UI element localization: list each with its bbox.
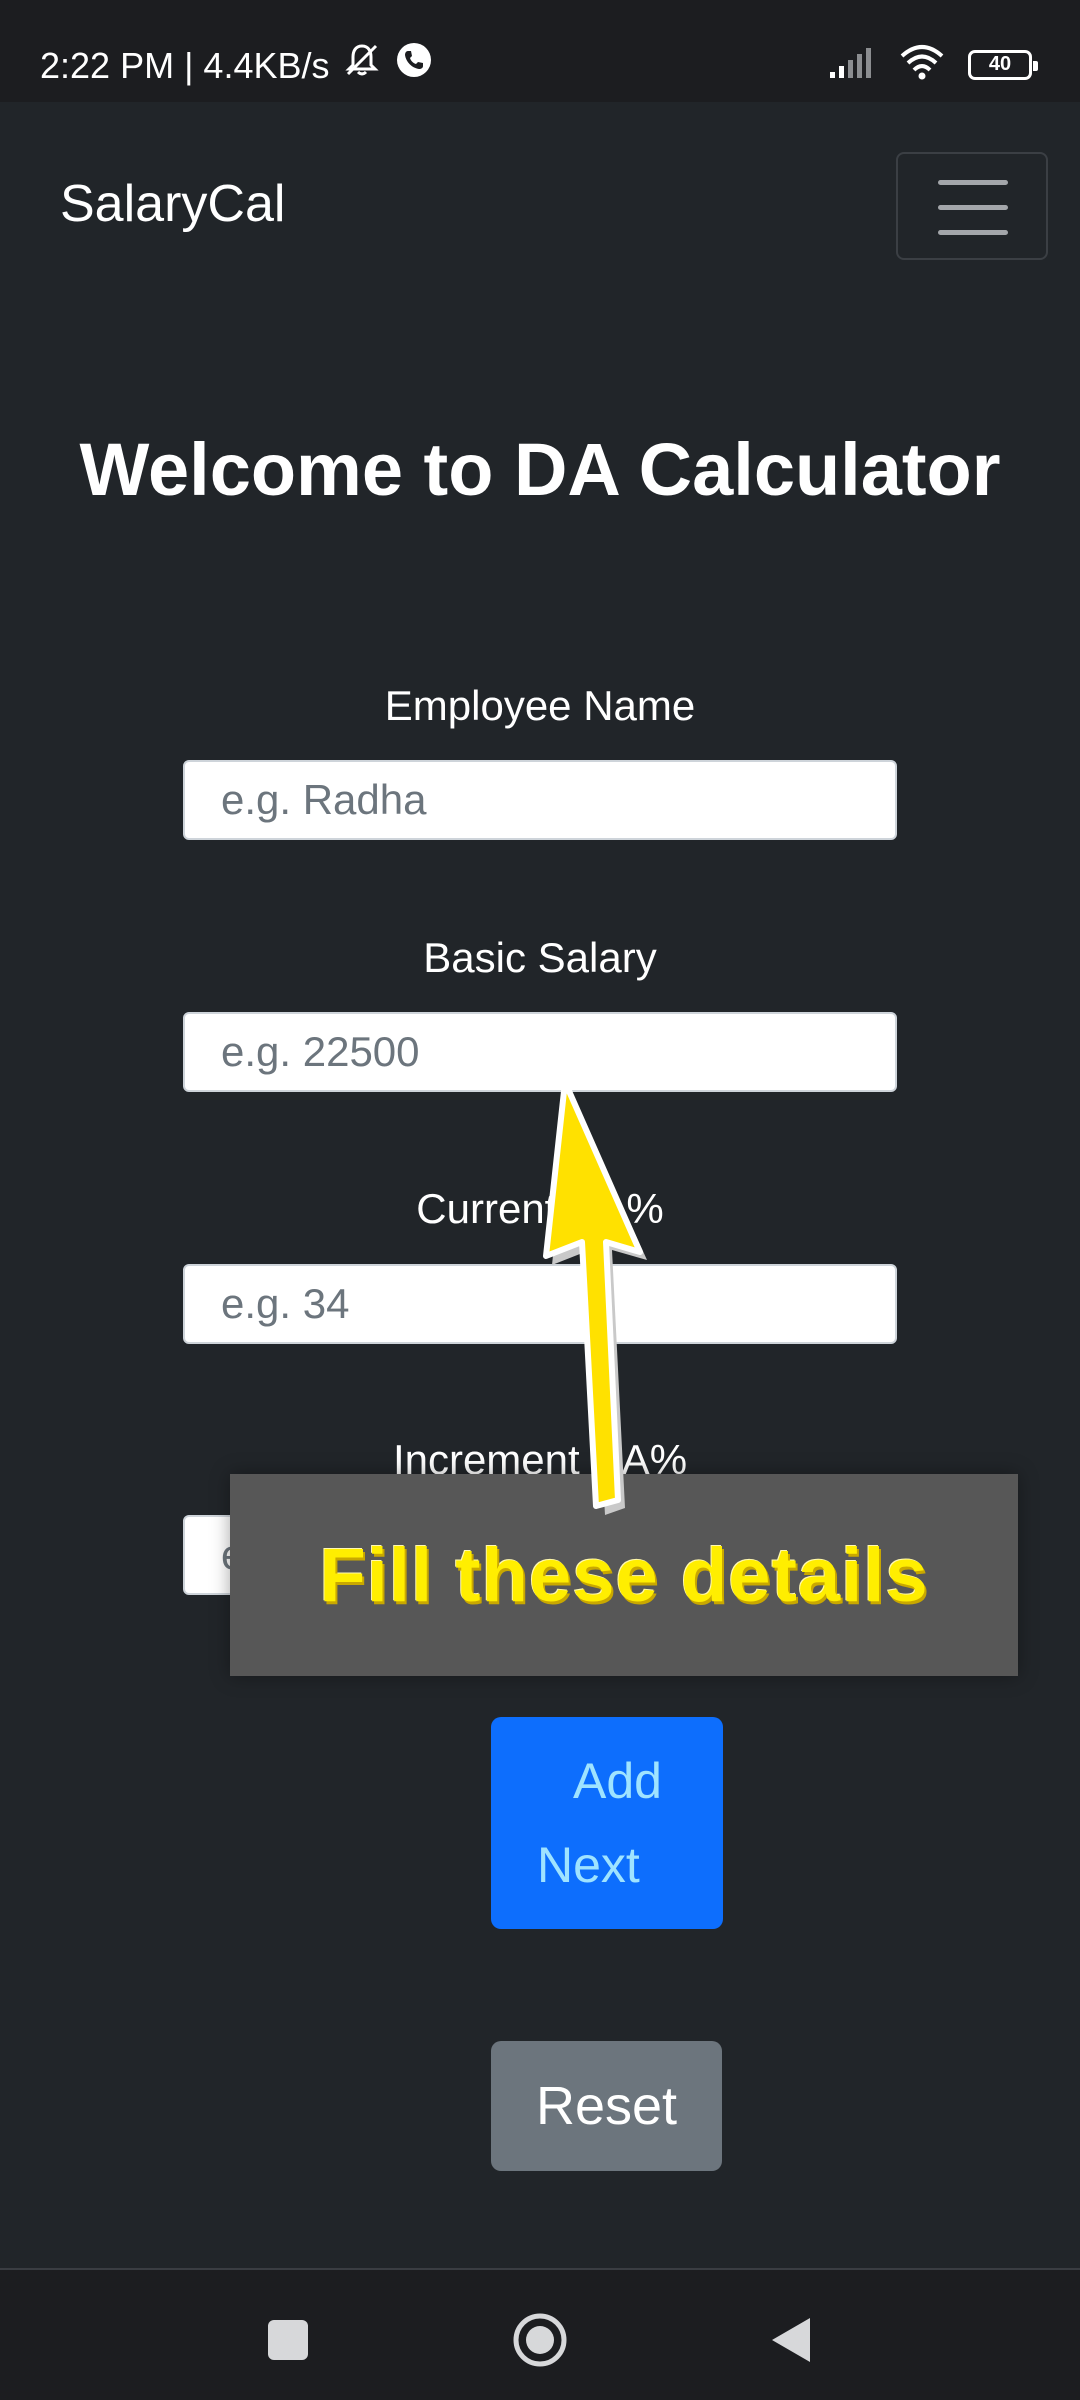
battery-icon: 40 xyxy=(968,49,1038,80)
home-circle-icon[interactable] xyxy=(510,2310,570,2370)
employee-name-label: Employee Name xyxy=(384,682,696,729)
add-next-label-line1: Add xyxy=(573,1753,662,1809)
navbar: SalaryCal xyxy=(0,102,1080,308)
basic-salary-label: Basic Salary xyxy=(423,934,657,981)
page-title: Welcome to DA Calculator xyxy=(79,428,1001,511)
call-icon xyxy=(394,40,434,92)
signal-icon xyxy=(828,46,876,83)
square-icon[interactable] xyxy=(258,2310,318,2370)
back-triangle-icon[interactable] xyxy=(762,2310,822,2370)
system-nav-bar xyxy=(0,2270,1080,2400)
menu-toggle-button[interactable] xyxy=(896,152,1048,260)
add-next-label-line2: Next xyxy=(537,1837,640,1893)
status-bar: 2:22 PM | 4.4KB/s 40 xyxy=(0,0,1080,102)
status-right: 40 xyxy=(828,44,1038,85)
wifi-icon xyxy=(898,44,946,85)
status-left: 2:22 PM | 4.4KB/s xyxy=(40,40,434,92)
brand-link[interactable]: SalaryCal xyxy=(60,172,285,236)
employee-name-input[interactable] xyxy=(183,760,897,840)
silent-mode-icon xyxy=(342,40,382,92)
reset-button[interactable]: Reset xyxy=(491,2041,722,2171)
add-next-button[interactable]: Add Next xyxy=(491,1717,723,1929)
arrow-pointer-icon xyxy=(543,1079,647,1515)
status-time-speed: 2:22 PM | 4.4KB/s xyxy=(40,45,330,86)
